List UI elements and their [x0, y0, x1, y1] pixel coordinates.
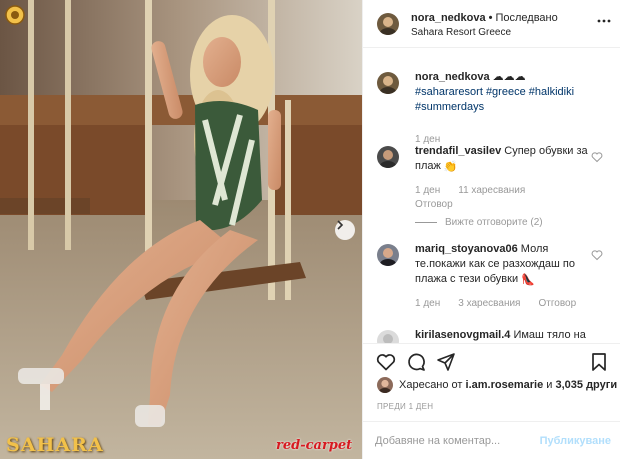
more-options-button[interactable] — [597, 14, 611, 32]
commenter-avatar[interactable] — [377, 244, 399, 266]
comment-age[interactable]: 1 ден — [415, 298, 440, 309]
post-details-panel: nora_nedkova • Последвано Sahara Resort Gr… — [362, 0, 620, 459]
author-username[interactable]: nora_nedkova — [411, 12, 486, 24]
comment-meta: 1 ден 11 харесвания — [415, 185, 543, 196]
post-date[interactable]: ПРЕДИ 1 ДЕН — [377, 402, 433, 411]
likes-text: Харесано от i.am.rosemarie и 3,035 други — [399, 379, 617, 391]
commenter-username[interactable]: mariq_stoyanova06 — [415, 243, 518, 255]
replies-divider — [415, 221, 437, 223]
comment-input[interactable] — [375, 432, 535, 450]
commenter-username[interactable]: kirilasenovgmail.4 — [415, 329, 510, 341]
comment-icon[interactable] — [406, 352, 426, 372]
caption-avatar[interactable] — [377, 72, 399, 94]
post-header: nora_nedkova • Последвано Sahara Resort Gr… — [363, 0, 620, 48]
likes-others[interactable]: 3,035 други — [555, 379, 617, 391]
share-icon[interactable] — [436, 352, 456, 372]
action-bar — [363, 343, 620, 377]
hashtag[interactable]: #halkidiki — [529, 86, 574, 98]
caption-username[interactable]: nora_nedkova — [415, 71, 490, 83]
sahara-watermark: SAHARA — [6, 434, 104, 456]
commenter-avatar[interactable] — [377, 330, 399, 343]
commenter-username[interactable]: trendafil_vasilev — [415, 145, 501, 157]
liker-username[interactable]: i.am.rosemarie — [466, 379, 544, 391]
comment-meta: 1 ден 3 харесвания Отговор — [415, 298, 594, 309]
like-comment-heart-icon[interactable] — [591, 151, 603, 163]
like-comment-heart-icon[interactable] — [591, 249, 603, 261]
comment-likes[interactable]: 3 харесвания — [458, 298, 520, 309]
heart-icon[interactable] — [376, 352, 396, 372]
next-photo-button[interactable] — [335, 220, 355, 240]
likes-prefix: Харесано от — [399, 379, 463, 391]
author-line: nora_nedkova • Последвано — [411, 12, 558, 24]
post-photo[interactable]: SAHARA red-carpet — [0, 0, 362, 459]
caption-emoji: ☁☁☁ — [492, 71, 526, 83]
hashtag[interactable]: #sahararesort — [415, 86, 483, 98]
comment-emoji: 👏 — [443, 161, 458, 173]
post-location[interactable]: Sahara Resort Greece — [411, 27, 511, 38]
comment-text: kirilasenovgmail.4 Имаш тяло на — [415, 328, 593, 343]
reply-button[interactable]: Отговор — [538, 298, 576, 309]
chevron-right-icon — [337, 220, 344, 230]
commenter-avatar[interactable] — [377, 146, 399, 168]
add-comment-bar: Публикуване — [363, 421, 620, 459]
reply-button[interactable]: Отговор — [415, 199, 453, 210]
post-comment-button[interactable]: Публикуване — [540, 435, 611, 447]
caption-text: nora_nedkova ☁☁☁ #sahararesort #greece #… — [415, 70, 593, 115]
comment-age[interactable]: 1 ден — [415, 185, 440, 196]
comments-list[interactable]: nora_nedkova ☁☁☁ #sahararesort #greece #… — [363, 60, 620, 343]
sun-logo-icon — [5, 5, 25, 25]
more-dots-icon — [597, 19, 611, 23]
likes-summary: Харесано от i.am.rosemarie и 3,035 други — [363, 377, 620, 397]
red-carpet-watermark: red-carpet — [276, 438, 353, 453]
follow-status[interactable]: Последвано — [495, 12, 557, 24]
comment-text: mariq_stoyanova06 Моля те.покажи как се … — [415, 242, 593, 288]
hashtag[interactable]: #greece — [486, 86, 526, 98]
liker-avatar[interactable] — [377, 377, 393, 393]
comment-body: Имаш тяло на — [513, 329, 586, 341]
view-replies-button[interactable]: Вижте отговорите (2) — [415, 217, 543, 228]
comment-text: trendafil_vasilev Супер обувки за плаж 👏 — [415, 144, 593, 175]
view-replies-label: Вижте отговорите (2) — [445, 217, 543, 228]
photo-illustration — [0, 0, 362, 459]
author-avatar[interactable] — [377, 13, 399, 35]
comment-likes[interactable]: 11 харесвания — [458, 185, 525, 196]
bookmark-icon[interactable] — [589, 352, 609, 372]
comment-emoji: 👠 — [521, 274, 535, 286]
separator-dot: • — [488, 12, 493, 24]
likes-connector: и — [546, 379, 553, 391]
hashtag[interactable]: #summerdays — [415, 101, 484, 113]
